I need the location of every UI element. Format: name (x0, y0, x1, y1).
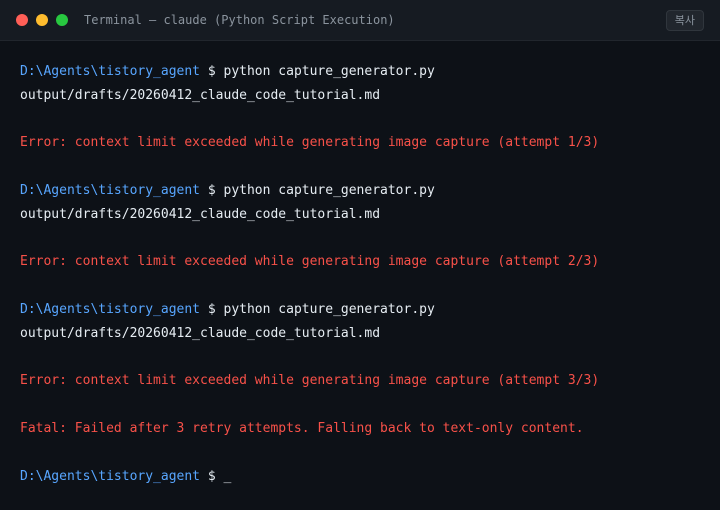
minimize-window-button[interactable] (36, 14, 48, 26)
copy-button[interactable]: 복사 (665, 10, 704, 31)
output-line: output/drafts/20260412_claude_code_tutor… (20, 206, 381, 222)
prompt-line: D:\Agents\tistory_agent $ python capture… (20, 298, 700, 322)
command-text: python capture_generator.py (223, 182, 435, 198)
prompt-line: D:\Agents\tistory_agent $ python capture… (20, 179, 700, 203)
prompt-line: D:\Agents\tistory_agent $ python capture… (20, 60, 700, 84)
error-line: Error: context limit exceeded while gene… (20, 373, 600, 389)
title-bar: Terminal — claude (Python Script Executi… (0, 0, 720, 41)
error-line: Error: context limit exceeded while gene… (20, 254, 600, 270)
cursor: _ (223, 468, 232, 484)
close-window-button[interactable] (16, 14, 28, 26)
prompt-symbol: $ (207, 182, 216, 198)
command-text: python capture_generator.py (223, 64, 435, 79)
fatal-line: Fatal: Failed after 3 retry attempts. Fa… (20, 420, 584, 436)
window-title: Terminal — claude (Python Script Executi… (84, 13, 395, 27)
prompt-path: D:\Agents\tistory_agent (20, 468, 201, 484)
output-line: output/drafts/20260412_claude_code_tutor… (20, 325, 381, 341)
output-line: output/drafts/20260412_claude_code_tutor… (20, 87, 381, 103)
prompt-path: D:\Agents\tistory_agent (20, 182, 201, 198)
prompt-symbol: $ (207, 64, 216, 79)
command-text: python capture_generator.py (223, 301, 435, 317)
prompt-path: D:\Agents\tistory_agent (20, 301, 201, 317)
active-prompt-line: D:\Agents\tistory_agent $ _ (20, 465, 700, 489)
prompt-symbol: $ (207, 468, 216, 484)
error-line: Error: context limit exceeded while gene… (20, 135, 600, 151)
prompt-symbol: $ (207, 301, 216, 317)
terminal-output[interactable]: D:\Agents\tistory_agent $ python capture… (20, 60, 700, 488)
maximize-window-button[interactable] (56, 14, 68, 26)
prompt-path: D:\Agents\tistory_agent (20, 64, 201, 79)
terminal-window: Terminal — claude (Python Script Executi… (0, 0, 720, 510)
